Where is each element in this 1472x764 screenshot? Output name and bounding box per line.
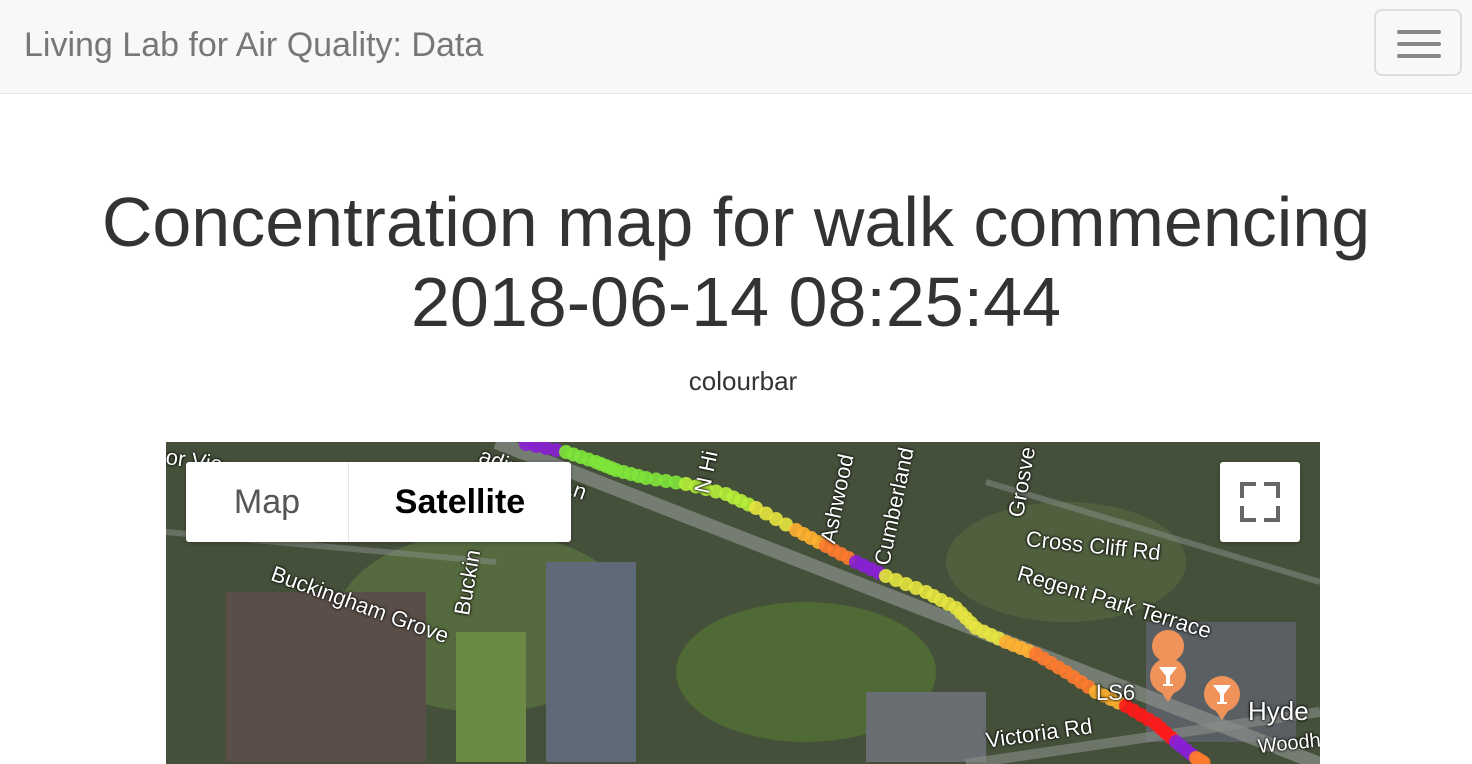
navbar-brand[interactable]: Living Lab for Air Quality: Data	[24, 26, 483, 65]
map-type-satellite-button[interactable]: Satellite	[349, 462, 571, 542]
map-type-map-button[interactable]: Map	[186, 462, 349, 542]
page-title-line2: 2018-06-14 08:25:44	[411, 263, 1061, 341]
fullscreen-button[interactable]	[1220, 462, 1300, 542]
navbar: Living Lab for Air Quality: Data	[0, 0, 1472, 94]
street-label-postcode: LS6	[1096, 680, 1136, 705]
page-title: Concentration map for walk commencing 20…	[0, 182, 1472, 342]
map-type-control: Map Satellite	[186, 462, 571, 542]
fullscreen-icon	[1240, 482, 1280, 522]
colourbar-label: colourbar	[688, 366, 798, 396]
menu-toggle-button[interactable]	[1374, 9, 1462, 76]
concentration-map[interactable]: Buckingham Grove Buckin Cross Cliff Rd R…	[166, 442, 1320, 764]
place-label-hyde: Hyde	[1248, 696, 1309, 726]
page-title-line1: Concentration map for walk commencing	[101, 183, 1371, 261]
